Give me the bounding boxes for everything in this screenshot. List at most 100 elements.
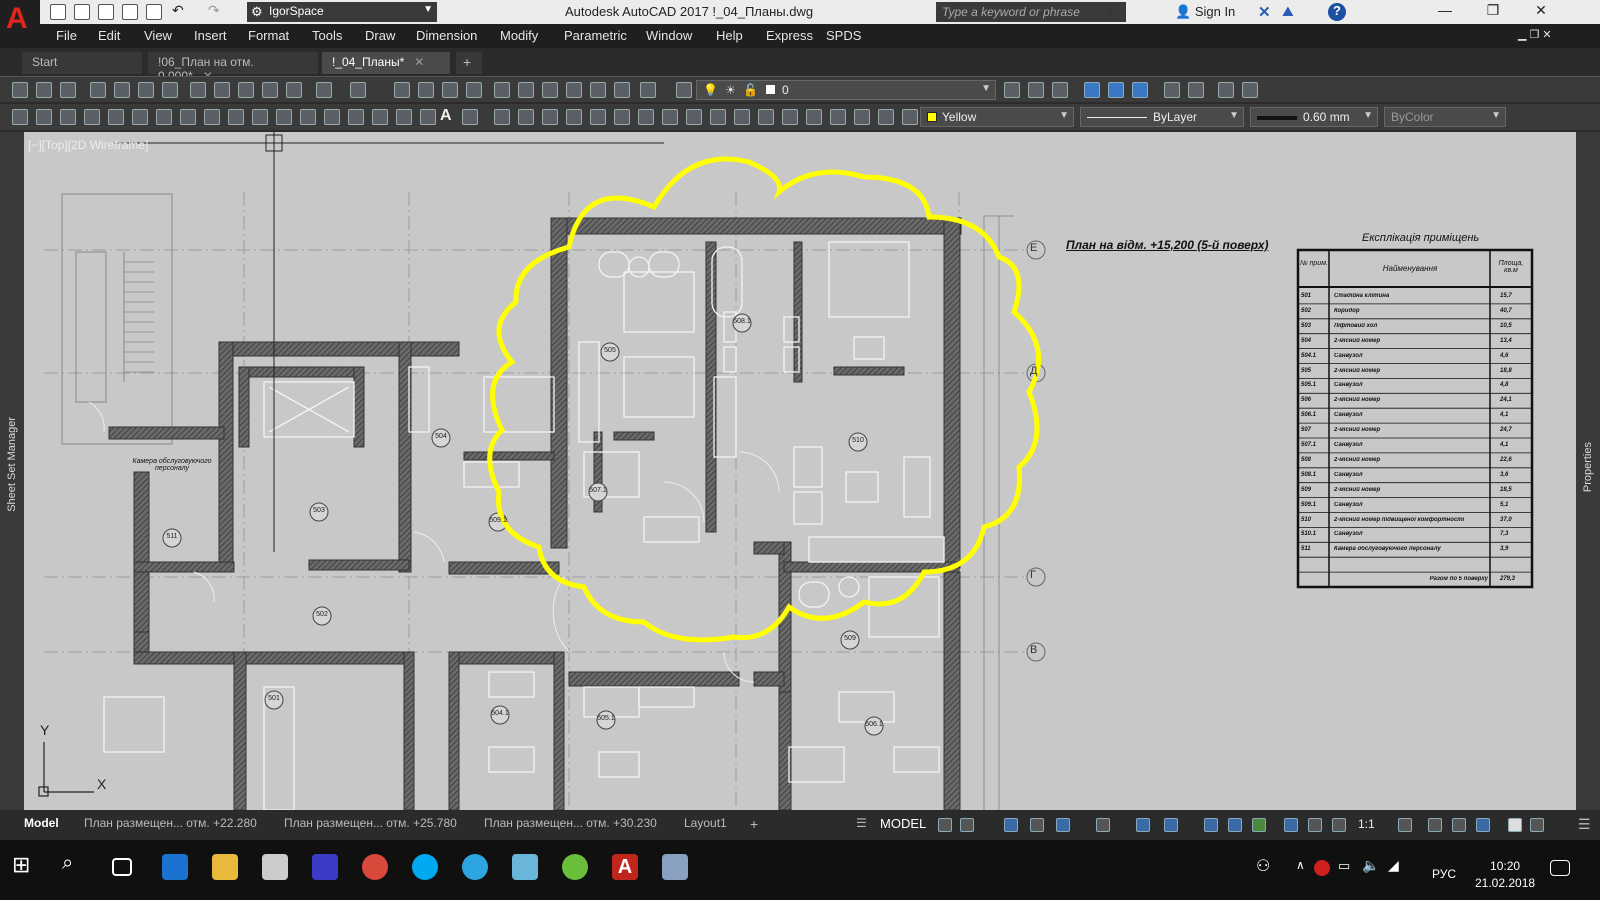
menu-format[interactable]: Format [248, 28, 289, 43]
menu-modify[interactable]: Modify [500, 28, 538, 43]
annotation-scale-value[interactable]: 1:1 [1358, 817, 1375, 831]
multiline-text-icon[interactable]: A [440, 107, 452, 125]
redo-icon[interactable] [350, 82, 366, 98]
line-icon[interactable] [12, 109, 28, 125]
gradient-icon[interactable] [372, 109, 388, 125]
fillet-icon[interactable] [854, 109, 870, 125]
help-icon[interactable]: ? [1328, 3, 1346, 21]
isodraft-icon[interactable] [1056, 818, 1070, 832]
sheet-set-manager-palette[interactable]: Sheet Set Manager [0, 132, 24, 810]
restore-button[interactable]: ❐ [1478, 2, 1508, 22]
polar-icon[interactable] [1030, 818, 1044, 832]
menu-file[interactable]: File [56, 28, 77, 43]
text-style-icon[interactable] [1218, 82, 1234, 98]
lineweight-dropdown[interactable]: 0.60 mm ▼ [1250, 107, 1378, 127]
snap-icon[interactable] [960, 818, 974, 832]
save-as-icon[interactable] [122, 4, 138, 20]
tab-start[interactable]: Start [22, 52, 142, 74]
erase-icon[interactable] [494, 109, 510, 125]
explode-icon[interactable] [902, 109, 918, 125]
menu-tools[interactable]: Tools [312, 28, 342, 43]
redo-icon[interactable]: ↷ [208, 2, 224, 18]
grid-icon[interactable] [938, 818, 952, 832]
plot-icon[interactable] [90, 82, 106, 98]
dim-style-icon[interactable] [1108, 82, 1124, 98]
selection-cycling-icon[interactable] [1228, 818, 1242, 832]
circle-icon[interactable] [156, 109, 172, 125]
layout-tab-2578[interactable]: План размещен... отм. +25.780 [284, 816, 457, 830]
add-layout-button[interactable]: + [750, 816, 758, 832]
match-properties-icon[interactable] [286, 82, 302, 98]
layer-dropdown[interactable]: 💡 ☀ 🔓 0 ▼ [696, 80, 996, 100]
paste-block-icon[interactable] [262, 82, 278, 98]
autodesk-360-icon[interactable]: ⛰ [1282, 3, 1294, 20]
doc-minimize-icon[interactable]: ▁ ❐ ✕ [1518, 28, 1552, 41]
floppy-app-icon[interactable] [312, 854, 338, 880]
model-space-button[interactable]: MODEL [880, 816, 926, 831]
scale-icon[interactable] [662, 109, 678, 125]
save-icon[interactable] [98, 4, 114, 20]
arc-icon[interactable] [132, 109, 148, 125]
annotation-monitor-icon[interactable] [1428, 818, 1442, 832]
menu-parametric[interactable]: Parametric [564, 28, 627, 43]
status-menu-icon[interactable]: ☰ [856, 816, 867, 830]
binoculars-icon[interactable]: ⌕ [1106, 3, 1114, 20]
antivirus-icon[interactable] [1314, 860, 1330, 876]
layout-tab-3023[interactable]: План размещен... отм. +30.230 [484, 816, 657, 830]
open-icon[interactable] [36, 82, 52, 98]
notes-app-icon[interactable] [512, 854, 538, 880]
ellipse-icon[interactable] [228, 109, 244, 125]
region-icon[interactable] [396, 109, 412, 125]
layer-previous-icon[interactable] [1028, 82, 1044, 98]
stretch-icon[interactable] [686, 109, 702, 125]
layer-state-icon[interactable] [1052, 82, 1068, 98]
layout-tab-2228[interactable]: План размещен... отм. +22.280 [84, 816, 257, 830]
design-center-icon[interactable] [518, 82, 534, 98]
sign-in-button[interactable]: 👤 Sign In [1175, 4, 1235, 20]
annotation-visibility-icon[interactable] [1284, 818, 1298, 832]
copy-object-icon[interactable] [518, 109, 534, 125]
polyline-icon[interactable] [60, 109, 76, 125]
markup-icon[interactable] [590, 82, 606, 98]
menu-window[interactable]: Window [646, 28, 692, 43]
break-icon[interactable] [782, 109, 798, 125]
zoom-window-icon[interactable] [442, 82, 458, 98]
layout-tab-layout1[interactable]: Layout1 [684, 816, 727, 830]
zoom-previous-icon[interactable] [466, 82, 482, 98]
color-dropdown[interactable]: Yellow ▼ [920, 107, 1074, 127]
insert-block-icon[interactable] [276, 109, 292, 125]
multileader-icon[interactable] [1132, 82, 1148, 98]
pan-icon[interactable] [394, 82, 410, 98]
publish-icon[interactable] [138, 82, 154, 98]
workspace-switch-icon[interactable] [1398, 818, 1412, 832]
move-icon[interactable] [614, 109, 630, 125]
lineweight-display-icon[interactable] [1164, 818, 1178, 832]
windows-start-icon[interactable]: ⊞ [12, 852, 38, 878]
help-icon[interactable] [640, 82, 656, 98]
point-icon[interactable] [324, 109, 340, 125]
layout-tab-model[interactable]: Model [24, 816, 59, 830]
task-view-icon[interactable] [112, 858, 132, 876]
menu-help[interactable]: Help [716, 28, 743, 43]
language-indicator[interactable]: РУС [1432, 867, 1456, 881]
polygon-icon[interactable] [84, 109, 100, 125]
tab-plany[interactable]: !_04_Планы* ✕ [322, 52, 450, 74]
auto-scale-icon[interactable] [1308, 818, 1322, 832]
customization-icon[interactable]: ☰ [1578, 816, 1591, 833]
telegram-icon[interactable] [462, 854, 488, 880]
qnew-icon[interactable] [12, 82, 28, 98]
blend-curves-icon[interactable] [878, 109, 894, 125]
mleader-style-icon[interactable] [1188, 82, 1204, 98]
plot-style-icon[interactable] [1242, 82, 1258, 98]
properties-palette[interactable]: Properties [1576, 132, 1600, 810]
file-explorer-icon[interactable] [212, 854, 238, 880]
extend-icon[interactable] [734, 109, 750, 125]
table-icon[interactable] [420, 109, 436, 125]
spline-icon[interactable] [204, 109, 220, 125]
add-selected-icon[interactable] [462, 109, 478, 125]
sheet-set-icon[interactable] [566, 82, 582, 98]
break-point-icon[interactable] [758, 109, 774, 125]
array-icon[interactable] [590, 109, 606, 125]
cut-icon[interactable] [190, 82, 206, 98]
workspace-selector[interactable]: ⚙ IgorSpace ▼ [247, 2, 437, 22]
